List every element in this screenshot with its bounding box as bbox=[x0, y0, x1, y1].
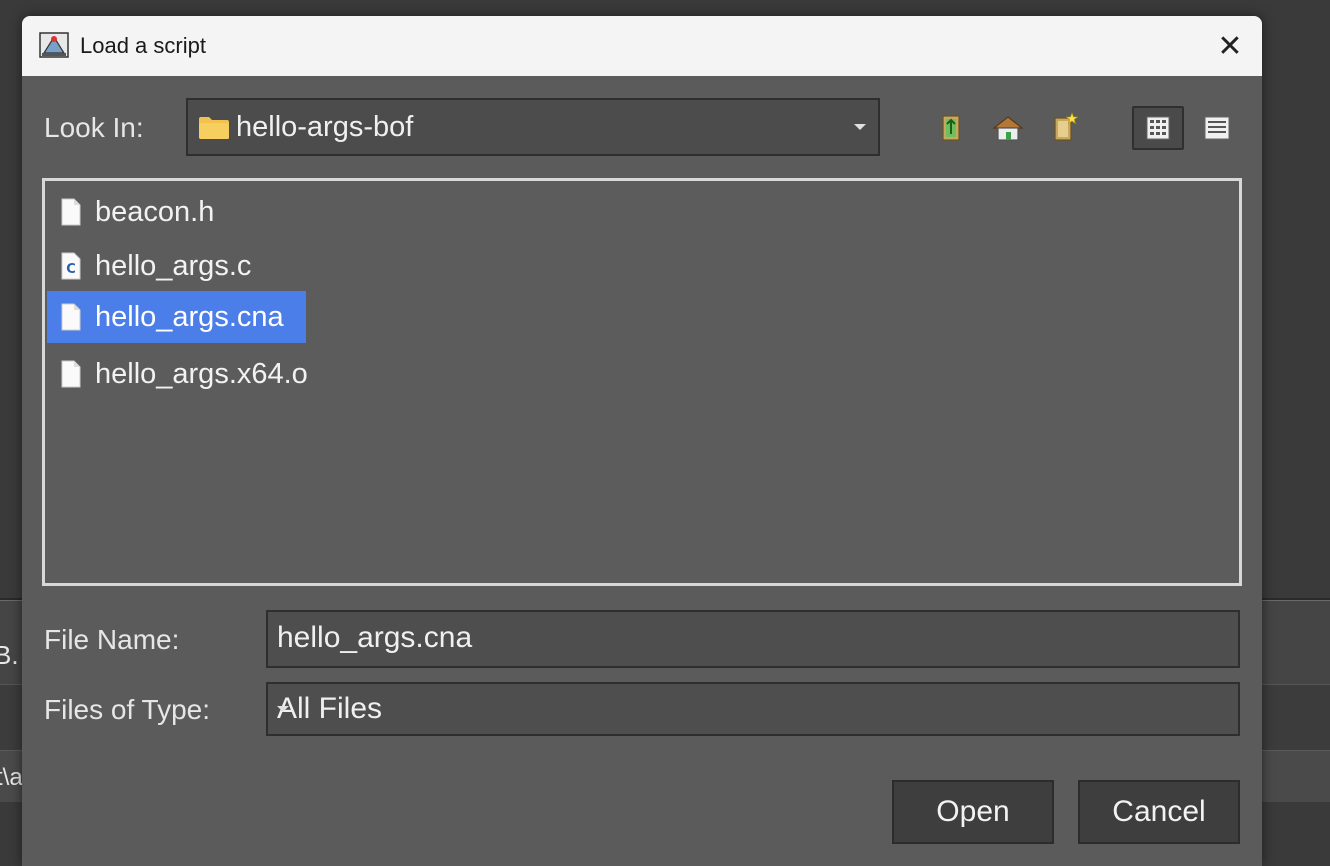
file-icon bbox=[61, 198, 81, 226]
file-item-hello-args-x64-o[interactable]: hello_args.x64.o bbox=[47, 348, 330, 400]
file-name: hello_args.c bbox=[95, 249, 252, 282]
file-name-label: File Name: bbox=[44, 624, 180, 655]
home-button[interactable] bbox=[988, 106, 1028, 150]
file-item-beacon-h[interactable]: beacon.h bbox=[47, 186, 236, 238]
list-view-button[interactable] bbox=[1132, 106, 1184, 150]
file-icon bbox=[61, 303, 81, 331]
chevron-down-icon bbox=[277, 706, 289, 712]
details-view-icon bbox=[1204, 116, 1230, 140]
background-text-fragment: B. bbox=[0, 640, 19, 670]
file-name-input[interactable]: hello_args.cna bbox=[266, 610, 1240, 668]
files-of-type-select[interactable]: All Files bbox=[266, 682, 1240, 736]
java-app-icon bbox=[39, 32, 69, 58]
file-icon bbox=[61, 360, 81, 388]
file-name-value: hello_args.cna bbox=[277, 621, 473, 654]
close-button[interactable]: ✕ bbox=[1198, 16, 1262, 76]
title-bar: Load a script ✕ bbox=[22, 16, 1262, 76]
cancel-button[interactable]: Cancel bbox=[1078, 780, 1240, 844]
file-item-hello-args-c[interactable]: C hello_args.c bbox=[47, 240, 273, 292]
chevron-down-icon bbox=[854, 124, 866, 130]
home-icon bbox=[992, 116, 1024, 141]
look-in-combo[interactable]: hello-args-bof bbox=[186, 98, 880, 156]
up-one-level-icon bbox=[942, 115, 960, 141]
look-in-value: hello-args-bof bbox=[236, 111, 414, 143]
file-name: beacon.h bbox=[95, 195, 215, 228]
list-view-icon bbox=[1146, 116, 1170, 140]
folder-icon bbox=[199, 117, 229, 139]
up-one-level-button[interactable] bbox=[932, 106, 972, 150]
new-folder-button[interactable] bbox=[1044, 106, 1084, 150]
close-icon: ✕ bbox=[1217, 29, 1243, 63]
c-source-file-icon: C bbox=[61, 252, 81, 280]
open-button[interactable]: Open bbox=[892, 780, 1054, 844]
file-name: hello_args.cna bbox=[95, 300, 284, 333]
look-in-label: Look In: bbox=[44, 112, 144, 143]
create-new-folder-icon bbox=[1054, 112, 1079, 141]
load-script-dialog: Load a script ✕ Look In: hello-args-bof bbox=[22, 16, 1262, 866]
details-view-button[interactable] bbox=[1196, 106, 1236, 150]
files-of-type-value: All Files bbox=[277, 692, 383, 725]
dialog-title: Load a script bbox=[80, 33, 206, 58]
svg-text:C: C bbox=[66, 262, 76, 277]
file-item-hello-args-cna[interactable]: hello_args.cna bbox=[47, 291, 306, 343]
file-list[interactable]: beacon.h C hello_args.c hello_args.cna h… bbox=[42, 178, 1242, 586]
background-path-fragment: t\a bbox=[0, 764, 23, 791]
file-name: hello_args.x64.o bbox=[95, 357, 308, 390]
files-of-type-label: Files of Type: bbox=[44, 694, 211, 725]
